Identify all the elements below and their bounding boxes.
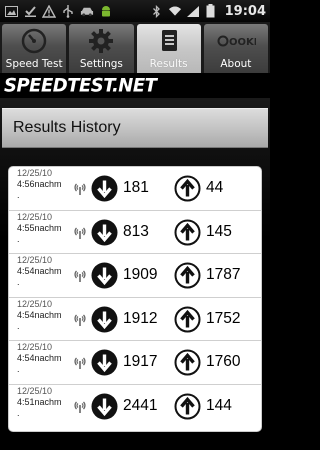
upload-speed: 44 bbox=[206, 179, 224, 196]
tab-label: Speed Test bbox=[5, 58, 63, 70]
download-arrow-icon bbox=[91, 349, 118, 376]
result-datetime: 12/25/10 4:55nachm. bbox=[17, 212, 77, 245]
status-bar: 19:04 bbox=[0, 0, 270, 22]
result-datetime: 12/25/10 4:54nachm. bbox=[17, 255, 77, 288]
document-icon bbox=[155, 27, 183, 55]
car-icon bbox=[80, 4, 94, 18]
upload-arrow-icon bbox=[174, 393, 201, 420]
result-extra: . bbox=[17, 320, 20, 331]
result-date: 12/25/10 bbox=[17, 385, 53, 396]
result-time: 4:55nachm bbox=[17, 222, 62, 233]
result-extra: . bbox=[17, 407, 20, 418]
antenna-icon bbox=[73, 399, 87, 413]
result-date: 12/25/10 bbox=[17, 255, 53, 265]
speedometer-icon bbox=[20, 27, 48, 55]
download-arrow-icon bbox=[91, 306, 118, 333]
result-date: 12/25/10 bbox=[17, 168, 53, 178]
upload-arrow-icon bbox=[174, 306, 201, 333]
result-row[interactable]: 12/25/10 4:51nachm. 2441 144 bbox=[9, 385, 261, 429]
result-datetime: 12/25/10 4:54nachm. bbox=[17, 299, 77, 332]
download-speed: 1917 bbox=[123, 353, 158, 370]
antenna-icon bbox=[73, 312, 87, 326]
bluetooth-icon bbox=[150, 4, 164, 18]
download-speed: 813 bbox=[123, 222, 149, 240]
gallery-icon bbox=[4, 4, 18, 18]
upload-speed: 1760 bbox=[206, 353, 241, 370]
result-time: 4:54nachm bbox=[17, 309, 62, 320]
result-row[interactable]: 12/25/10 4:55nachm. 813 145 bbox=[9, 211, 261, 254]
result-date: 12/25/10 bbox=[17, 211, 53, 222]
speedtest-logo: SPEEDTEST.NET bbox=[4, 74, 157, 97]
gear-icon bbox=[87, 27, 115, 55]
antenna-icon bbox=[73, 268, 87, 282]
signal-icon bbox=[186, 4, 200, 18]
ookla-text: OOKLA bbox=[229, 37, 256, 48]
result-extra: . bbox=[17, 364, 20, 374]
ookla-icon: OOKLA bbox=[216, 27, 268, 55]
upload-speed: 145 bbox=[206, 222, 232, 240]
upload-arrow-icon bbox=[174, 262, 201, 289]
download-done-icon bbox=[23, 4, 37, 18]
tab-label: Settings bbox=[79, 58, 123, 70]
antenna-icon bbox=[73, 355, 87, 369]
result-row[interactable]: 12/25/10 4:54nachm. 1909 1787 bbox=[9, 254, 261, 298]
tab-settings[interactable]: Settings bbox=[69, 24, 134, 73]
download-arrow-icon bbox=[91, 262, 118, 289]
result-datetime: 12/25/10 4:56nachm. bbox=[17, 168, 77, 201]
download-arrow-icon bbox=[91, 393, 118, 420]
android-icon bbox=[99, 4, 113, 18]
results-history-header: Results History bbox=[2, 108, 268, 148]
upload-speed: 144 bbox=[206, 396, 232, 414]
download-speed: 181 bbox=[123, 179, 149, 196]
download-speed: 1912 bbox=[123, 309, 158, 327]
result-time: 4:54nachm bbox=[17, 266, 62, 276]
tab-bar: Speed Test Settings Results OOKLA bbox=[0, 22, 270, 73]
result-time: 4:54nachm bbox=[17, 353, 62, 363]
result-extra: . bbox=[17, 233, 20, 244]
usb-icon bbox=[61, 4, 75, 18]
result-extra: . bbox=[17, 190, 20, 200]
battery-icon bbox=[204, 4, 218, 18]
page-title: Results History bbox=[13, 119, 121, 136]
download-speed: 2441 bbox=[123, 396, 158, 414]
tab-results[interactable]: Results bbox=[136, 24, 201, 73]
upload-speed: 1752 bbox=[206, 309, 241, 327]
result-time: 4:51nachm bbox=[17, 396, 62, 407]
tab-label: Results bbox=[149, 58, 188, 70]
antenna-icon bbox=[73, 181, 87, 195]
upload-arrow-icon bbox=[174, 175, 201, 202]
wifi-icon bbox=[168, 4, 182, 18]
upload-arrow-icon bbox=[174, 349, 201, 376]
result-row[interactable]: 12/25/10 4:54nachm. 1917 1760 bbox=[9, 341, 261, 385]
tab-about[interactable]: OOKLA About bbox=[203, 24, 268, 73]
result-datetime: 12/25/10 4:51nachm. bbox=[17, 386, 77, 419]
result-row[interactable]: 12/25/10 4:54nachm. 1912 1752 bbox=[9, 298, 261, 341]
result-date: 12/25/10 bbox=[17, 298, 53, 309]
warning-icon bbox=[42, 4, 56, 18]
results-list: 12/25/10 4:56nachm. 181 44 12/25/10 4:55nachm… bbox=[8, 166, 262, 432]
result-datetime: 12/25/10 4:54nachm. bbox=[17, 342, 77, 375]
result-date: 12/25/10 bbox=[17, 342, 53, 352]
result-time: 4:56nachm bbox=[17, 179, 62, 189]
tab-speed-test[interactable]: Speed Test bbox=[2, 24, 67, 73]
clock-time: 19:04 bbox=[224, 3, 266, 19]
result-row[interactable]: 12/25/10 4:56nachm. 181 44 bbox=[9, 167, 261, 211]
result-extra: . bbox=[17, 277, 20, 287]
logo-bar: SPEEDTEST.NET bbox=[0, 73, 270, 98]
upload-arrow-icon bbox=[174, 219, 201, 246]
upload-speed: 1787 bbox=[206, 266, 241, 283]
download-speed: 1909 bbox=[123, 266, 158, 283]
download-arrow-icon bbox=[91, 219, 118, 246]
download-arrow-icon bbox=[91, 175, 118, 202]
tab-label: About bbox=[220, 58, 252, 70]
antenna-icon bbox=[73, 225, 87, 239]
